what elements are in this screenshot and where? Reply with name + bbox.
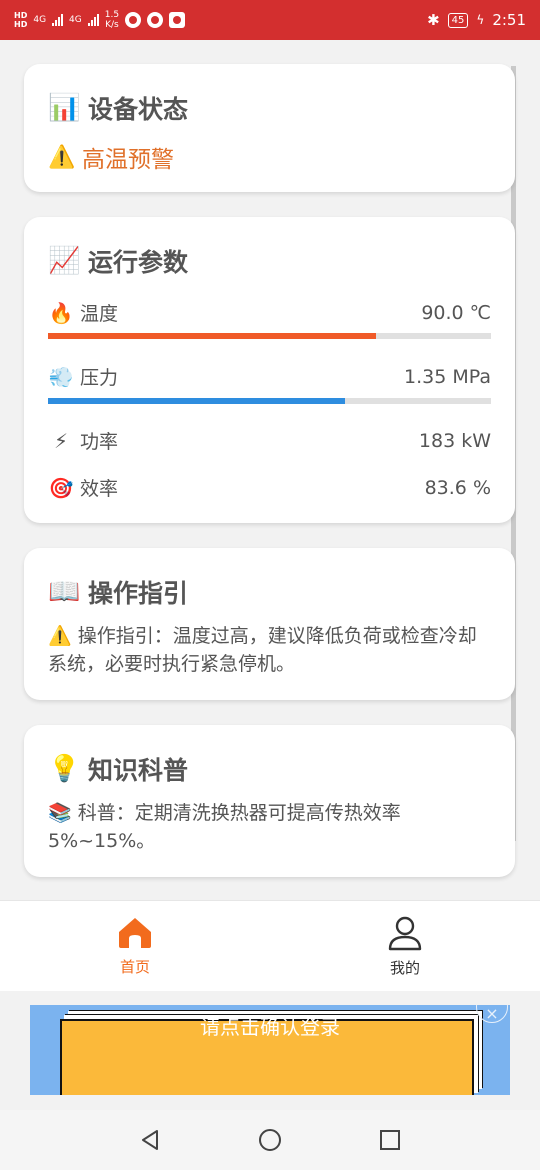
wind-icon: 💨: [48, 364, 74, 389]
target-icon: 🎯: [48, 475, 74, 500]
chart-up-icon: 📈: [48, 246, 81, 276]
power-value: 183 kW: [418, 429, 491, 452]
warning-row: ⚠️ 高温预警: [48, 140, 174, 174]
temperature-row: 🔥 温度 90.0 ℃: [48, 299, 491, 326]
back-icon[interactable]: [138, 1128, 162, 1152]
knowledge-card: 💡 知识科普 📚 科普：定期清洗换热器可提高传热效率5%~15%。: [24, 725, 515, 877]
efficiency-row: 🎯 效率 83.6 %: [48, 474, 491, 501]
warning-text: 高温预警: [82, 147, 174, 173]
network-type-1: 4G: [33, 15, 47, 25]
user-icon: [388, 916, 422, 950]
status-bar-right: ✱ 45 ϟ 2:51: [427, 11, 526, 29]
params-card: 📈 运行参数 🔥 温度 90.0 ℃ 💨 压力 1.35 MPa ⚡ 功率 183 k…: [24, 217, 515, 523]
ad-text: 请点击确认登录: [200, 1015, 340, 1039]
home-circle-icon[interactable]: [257, 1127, 283, 1153]
tab-home[interactable]: 首页: [0, 901, 270, 991]
temperature-label: 温度: [80, 303, 119, 325]
network-speed-value: 1.5: [104, 10, 120, 20]
efficiency-value: 83.6 %: [424, 476, 491, 499]
warning-icon: ⚠️: [48, 144, 76, 170]
fire-icon: 🔥: [48, 300, 74, 325]
temperature-value: 90.0 ℃: [421, 301, 491, 324]
ad-banner[interactable]: 请点击确认登录 ×: [30, 1005, 510, 1095]
knowledge-title-row: 💡 知识科普: [48, 751, 188, 787]
efficiency-label: 效率: [80, 478, 119, 500]
bluetooth-icon: ✱: [427, 11, 440, 29]
home-icon: [119, 917, 151, 948]
pressure-value: 1.35 MPa: [404, 365, 491, 388]
guide-text: ⚠️ 操作指引：温度过高，建议降低负荷或检查冷却系统，必要时执行紧急停机。: [48, 625, 477, 675]
pressure-bar-fill: [48, 398, 345, 404]
lightbulb-icon: 💡: [48, 754, 81, 784]
signal-icon: [52, 14, 64, 26]
hd-indicator-1: HD: [14, 11, 28, 20]
main-content[interactable]: 📊 设备状态 ⚠️ 高温预警 📈 运行参数 🔥 温度 90.0 ℃ 💨 压力 1.3…: [0, 40, 540, 900]
temperature-bar: [48, 333, 491, 339]
device-status-title: 设备状态: [88, 95, 189, 124]
tab-home-label: 首页: [119, 957, 150, 976]
params-title-row: 📈 运行参数: [48, 243, 188, 279]
temperature-bar-fill: [48, 333, 376, 339]
power-row: ⚡ 功率 183 kW: [48, 427, 491, 454]
book-icon: 📖: [48, 577, 81, 607]
tab-mine-label: 我的: [389, 958, 420, 977]
guide-card: 📖 操作指引 ⚠️ 操作指引：温度过高，建议降低负荷或检查冷却系统，必要时执行紧…: [24, 548, 515, 700]
lightning-icon: ⚡: [53, 428, 69, 453]
hd-indicators: HD HD: [14, 11, 27, 29]
knowledge-text: 📚 科普：定期清洗换热器可提高传热效率5%~15%。: [48, 802, 401, 852]
status-bar-left: HD HD 4G 4G 1.5 K/s: [14, 10, 186, 30]
system-nav-bar: [0, 1110, 540, 1170]
device-status-card: 📊 设备状态 ⚠️ 高温预警: [24, 64, 515, 192]
recents-icon[interactable]: [378, 1128, 402, 1152]
knowledge-title: 知识科普: [88, 756, 189, 785]
hd-indicator-2: HD: [14, 20, 28, 29]
network-speed-unit: K/s: [105, 20, 119, 30]
pressure-row: 💨 压力 1.35 MPa: [48, 363, 491, 390]
params-title: 运行参数: [88, 248, 189, 277]
notification-app-icon: [125, 12, 142, 28]
status-bar: HD HD 4G 4G 1.5 K/s ✱ 45 ϟ 2:51: [0, 0, 540, 40]
tab-mine[interactable]: 我的: [270, 901, 540, 991]
chart-bar-icon: 📊: [48, 93, 81, 123]
notification-video-icon: [169, 12, 186, 28]
notification-music-icon: [147, 12, 164, 28]
clock-time: 2:51: [492, 11, 526, 29]
power-label: 功率: [80, 431, 119, 453]
battery-level: 45: [447, 12, 469, 28]
charging-icon: ϟ: [476, 13, 485, 27]
guide-title: 操作指引: [88, 579, 189, 608]
signal-icon-2: [87, 14, 99, 26]
guide-title-row: 📖 操作指引: [48, 574, 188, 610]
pressure-bar: [48, 398, 491, 404]
network-type-2: 4G: [69, 15, 82, 25]
device-status-title-row: 📊 设备状态: [48, 90, 188, 126]
network-speed: 1.5 K/s: [105, 10, 119, 30]
bottom-tab-bar: 首页 我的: [0, 900, 540, 991]
pressure-label: 压力: [80, 367, 119, 389]
